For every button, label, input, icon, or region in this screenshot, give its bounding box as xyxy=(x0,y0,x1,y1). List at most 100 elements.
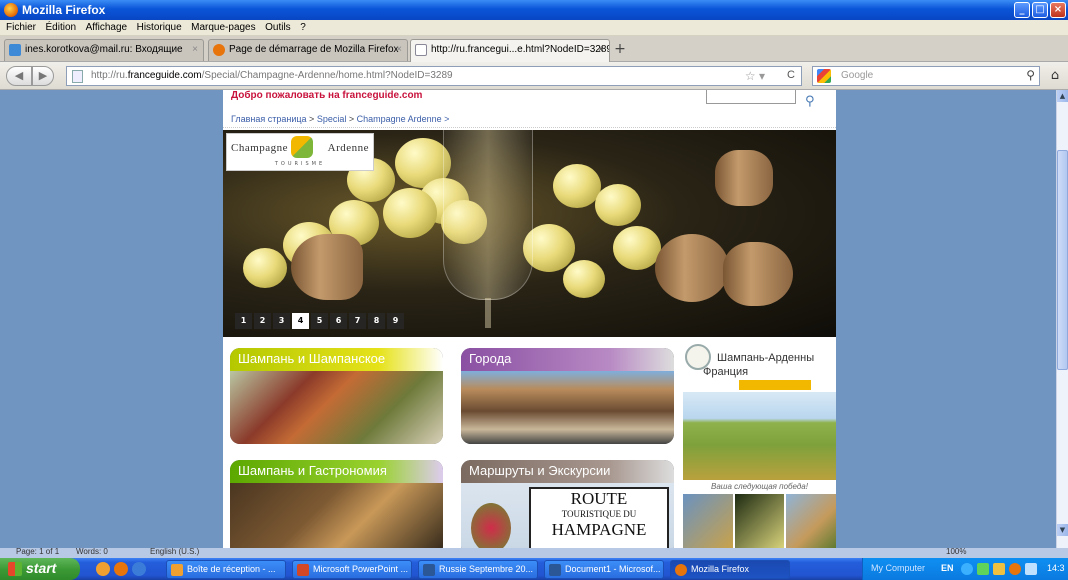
card-image: ROUTE TOURISTIQUE DU HAMPAGNE xyxy=(461,483,674,548)
tray-app-icon[interactable] xyxy=(977,563,989,575)
forward-button[interactable]: ▶ xyxy=(32,66,54,86)
champagne-glass xyxy=(443,130,533,300)
tray-clock: 14:3 xyxy=(1047,563,1065,573)
reload-icon[interactable]: C xyxy=(787,69,795,81)
outlook-icon xyxy=(171,564,183,576)
card-champagne[interactable]: Шампань и Шампанское xyxy=(230,348,443,444)
card-cities[interactable]: Города xyxy=(461,348,674,444)
card-image xyxy=(230,483,443,548)
menu-affichage[interactable]: Affichage xyxy=(86,22,128,33)
vertical-scrollbar[interactable]: ▲ ▼ xyxy=(1056,90,1068,548)
tab-firefox-start[interactable]: Page de démarrage de Mozilla Firefox × xyxy=(208,39,408,61)
promo-tile xyxy=(786,494,837,548)
breadcrumb-current[interactable]: Champagne Ardenne > xyxy=(357,114,450,124)
close-tab-icon[interactable]: × xyxy=(396,44,402,55)
scroll-down-icon[interactable]: ▼ xyxy=(1057,524,1068,536)
menu-historique[interactable]: Historique xyxy=(137,22,182,33)
navigation-bar: ◀ ▶ http://ru.franceguide.com/Special/Ch… xyxy=(0,62,1068,90)
tray-app-icon[interactable] xyxy=(993,563,1005,575)
logo-subtitle: TOURISME xyxy=(274,161,326,167)
menu-marque-pages[interactable]: Marque-pages xyxy=(191,22,255,33)
taskbar-item-powerpoint[interactable]: Microsoft PowerPoint ... xyxy=(292,560,412,579)
url-prefix: http://ru. xyxy=(91,70,128,81)
card-routes[interactable]: Маршруты и Экскурсии ROUTE TOURISTIQUE D… xyxy=(461,460,674,548)
pager-item[interactable]: 9 xyxy=(387,313,404,329)
promo-tile xyxy=(734,494,785,548)
quicklaunch-firefox-icon[interactable] xyxy=(114,562,128,576)
taskbar-item-label: Russie Septembre 20... xyxy=(439,564,534,574)
search-icon[interactable]: ⚲ xyxy=(805,94,815,109)
taskbar-item-label: Boîte de réception - ... xyxy=(187,564,276,574)
close-tab-icon[interactable]: × xyxy=(192,44,198,55)
new-tab-button[interactable]: + xyxy=(612,42,628,58)
site-search-input[interactable] xyxy=(706,90,796,104)
pager-item[interactable]: 8 xyxy=(368,313,385,329)
taskbar-item-label: Document1 - Microsof... xyxy=(565,564,661,574)
search-box[interactable]: Google ⚲ xyxy=(812,66,1040,86)
menu-fichier[interactable]: Fichier xyxy=(6,22,36,33)
card-title: Шампань и Шампанское xyxy=(230,348,443,371)
quicklaunch-ie-icon[interactable] xyxy=(132,562,146,576)
promo-tiles xyxy=(683,494,837,548)
tray-volume-icon[interactable] xyxy=(1025,563,1037,575)
pager-item[interactable]: 7 xyxy=(349,313,366,329)
menu-help[interactable]: ? xyxy=(300,22,306,33)
tab-franceguide[interactable]: http://ru.francegui...e.html?NodeID=3289… xyxy=(410,39,610,62)
close-tab-icon[interactable]: × xyxy=(598,44,604,55)
quicklaunch-outlook-icon[interactable] xyxy=(96,562,110,576)
url-domain: franceguide.com xyxy=(127,70,202,81)
promo-banner[interactable]: Шампань-Арденны Франция Ваша следующая п… xyxy=(683,342,837,548)
powerpoint-icon xyxy=(297,564,309,576)
breadcrumb-home[interactable]: Главная страница xyxy=(231,114,307,124)
logo-text-left: Champagne xyxy=(231,142,289,154)
breadcrumb-special[interactable]: Special xyxy=(317,114,347,124)
taskbar-item-mail[interactable]: Boîte de réception - ... xyxy=(166,560,286,579)
grape xyxy=(613,226,661,270)
logo-mark-icon xyxy=(291,136,313,158)
slideshow-pager: 1 2 3 4 5 6 7 8 9 xyxy=(235,313,404,329)
bookmark-star-icon[interactable]: ☆ ▾ xyxy=(745,69,765,83)
grape xyxy=(595,184,641,226)
page-icon xyxy=(72,70,83,83)
tray-firefox-icon[interactable] xyxy=(1009,563,1021,575)
start-button[interactable]: start xyxy=(0,558,80,580)
background-word-status: Page: 1 of 1 Words: 0 English (U.S.) 100… xyxy=(0,548,1068,558)
maximize-button[interactable]: □ xyxy=(1032,2,1048,18)
scroll-up-icon[interactable]: ▲ xyxy=(1057,90,1068,102)
menu-outils[interactable]: Outils xyxy=(265,22,291,33)
pager-item[interactable]: 3 xyxy=(273,313,290,329)
pager-item[interactable]: 6 xyxy=(330,313,347,329)
word-icon xyxy=(549,564,561,576)
breadcrumb-separator: > xyxy=(346,114,357,124)
close-button[interactable]: × xyxy=(1050,2,1066,18)
taskbar-item-label: Mozilla Firefox xyxy=(691,564,750,574)
search-icon[interactable]: ⚲ xyxy=(1026,68,1035,82)
home-icon[interactable]: ⌂ xyxy=(1046,67,1064,85)
taskbar-item-label: Microsoft PowerPoint ... xyxy=(313,564,409,574)
minimize-button[interactable]: _ xyxy=(1014,2,1030,18)
address-bar[interactable]: http://ru.franceguide.com/Special/Champa… xyxy=(66,66,802,86)
pager-item[interactable]: 2 xyxy=(254,313,271,329)
windows-logo-icon xyxy=(8,562,22,576)
pager-item[interactable]: 1 xyxy=(235,313,252,329)
tray-network-icon[interactable] xyxy=(961,563,973,575)
back-button[interactable]: ◀ xyxy=(6,66,32,86)
firefox-icon xyxy=(675,564,687,576)
tray-language[interactable]: EN xyxy=(941,563,954,573)
hero-slideshow[interactable]: Champagne Ardenne TOURISME 1 2 3 4 5 6 7… xyxy=(223,130,836,337)
google-icon xyxy=(817,69,831,83)
route-sign-line1: ROUTE xyxy=(570,489,628,508)
pager-item[interactable]: 5 xyxy=(311,313,328,329)
tab-mail[interactable]: ines.korotkova@mail.ru: Входящие × xyxy=(4,39,204,61)
taskbar-item-firefox[interactable]: Mozilla Firefox xyxy=(670,560,790,579)
taskbar-item-document1[interactable]: Document1 - Microsof... xyxy=(544,560,664,579)
title-bar: Mozilla Firefox _ □ × xyxy=(0,0,1068,20)
scrollbar-thumb[interactable] xyxy=(1057,150,1068,370)
pager-item-active[interactable]: 4 xyxy=(292,313,309,329)
taskbar: start Boîte de réception - ... Microsoft… xyxy=(0,558,1068,580)
card-gastronomy[interactable]: Шампань и Гастрономия xyxy=(230,460,443,548)
menu-edition[interactable]: Édition xyxy=(46,22,77,33)
flowers xyxy=(471,503,511,548)
taskbar-item-russie[interactable]: Russie Septembre 20... xyxy=(418,560,538,579)
cork xyxy=(723,242,793,306)
